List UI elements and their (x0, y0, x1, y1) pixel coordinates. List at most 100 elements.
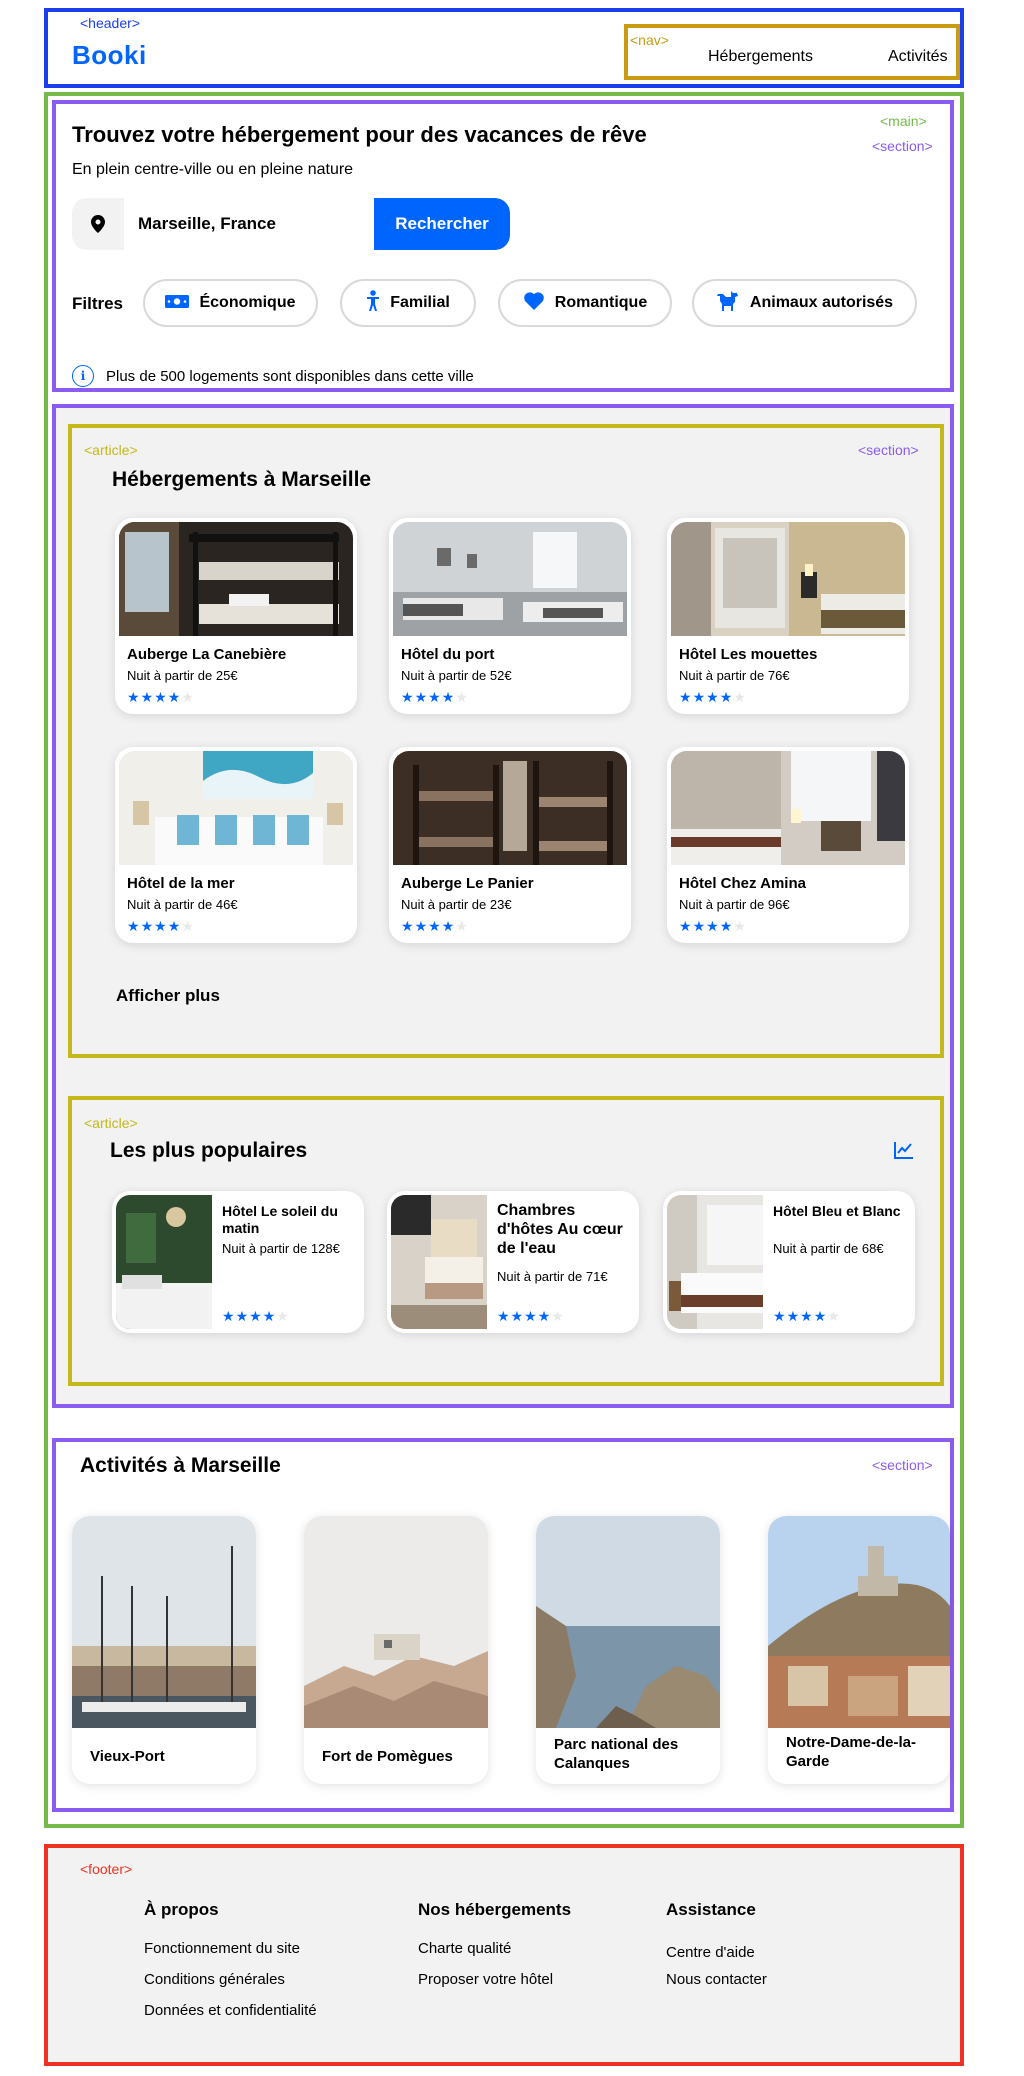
accommodation-card[interactable]: Hôtel Chez Amina Nuit à partir de 96€ ★ ★… (667, 747, 909, 943)
activity-card[interactable]: Notre-Dame-de-la-Garde (768, 1516, 950, 1784)
rating-stars: ★ ★ ★ ★ ★ (127, 690, 194, 704)
star-empty-icon: ★ (551, 1308, 564, 1324)
popular-card[interactable]: Hôtel Bleu et Blanc Nuit à partir de 68€… (663, 1191, 915, 1333)
star-filled-icon: ★ (706, 689, 719, 705)
star-filled-icon: ★ (497, 1308, 510, 1324)
nav-link-activites[interactable]: Activités (888, 48, 948, 66)
accommodation-card[interactable]: Hôtel de la mer Nuit à partir de 46€ ★ ★ ★… (115, 747, 357, 943)
accommodation-name: Hôtel du port (401, 646, 495, 663)
accommodation-photo (119, 522, 353, 636)
booki-logo[interactable]: Booki (72, 40, 147, 71)
accommodations-title: Hébergements à Marseille (112, 468, 372, 491)
search-bar: Rechercher (72, 198, 510, 250)
filter-animaux[interactable]: Animaux autorisés (692, 279, 917, 327)
article-tag: <article> (84, 442, 138, 458)
footer-link[interactable]: Conditions générales (144, 1971, 285, 1988)
location-pin-icon (72, 198, 124, 250)
popular-name: Hôtel Le soleil du matin (222, 1203, 338, 1236)
accommodation-price: Nuit à partir de 46€ (127, 897, 238, 912)
activity-photo (304, 1516, 488, 1728)
star-filled-icon: ★ (249, 1308, 262, 1324)
star-filled-icon: ★ (428, 918, 441, 934)
star-filled-icon: ★ (510, 1308, 524, 1324)
rating-stars: ★ ★ ★ ★ ★ (401, 919, 468, 933)
child-icon (366, 289, 380, 317)
star-filled-icon: ★ (222, 1308, 235, 1324)
filter-romantique[interactable]: Romantique (498, 279, 672, 327)
popular-photo (116, 1195, 212, 1329)
header-tag: <header> (80, 15, 140, 31)
activity-card[interactable]: Vieux-Port (72, 1516, 256, 1784)
star-filled-icon: ★ (786, 1308, 800, 1324)
footer-link[interactable]: Fonctionnement du site (144, 1940, 300, 1957)
activity-photo (72, 1516, 256, 1728)
rating-stars: ★ ★ ★ ★ ★ (401, 690, 468, 704)
rating-stars: ★ ★ ★ ★ ★ (679, 690, 746, 704)
star-filled-icon: ★ (800, 1308, 813, 1324)
section-tag: <section> (872, 1457, 933, 1473)
star-filled-icon: ★ (679, 918, 692, 934)
star-filled-icon: ★ (401, 689, 414, 705)
article-tag: <article> (84, 1115, 138, 1131)
search-button[interactable]: Rechercher (374, 198, 510, 250)
star-filled-icon: ★ (537, 1308, 551, 1324)
activity-card[interactable]: Fort de Pomègues (304, 1516, 488, 1784)
footer-link[interactable]: Charte qualité (418, 1940, 511, 1957)
star-filled-icon: ★ (140, 918, 154, 934)
footer-link[interactable]: Données et confidentialité (144, 2002, 317, 2019)
rating-stars: ★ ★ ★ ★ ★ (497, 1309, 564, 1323)
footer-col-title-assistance: Assistance (666, 1900, 756, 1919)
accommodation-card[interactable]: Hôtel Les mouettes Nuit à partir de 76€ … (667, 518, 909, 714)
accommodation-name: Auberge La Canebière (127, 646, 287, 663)
star-filled-icon: ★ (441, 689, 455, 705)
footer-col-title-hebergements: Nos hébergements (418, 1900, 572, 1919)
star-empty-icon: ★ (827, 1308, 840, 1324)
search-input[interactable] (124, 198, 374, 250)
footer-link[interactable]: Nous contacter (666, 1971, 767, 1988)
accommodation-card[interactable]: Auberge Le Panier Nuit à partir de 23€ ★… (389, 747, 631, 943)
footer-link[interactable]: Proposer votre hôtel (418, 1971, 553, 1988)
popular-price: Nuit à partir de 71€ (497, 1269, 608, 1284)
star-filled-icon: ★ (692, 918, 706, 934)
search-subtitle: En plein centre-ville ou en pleine natur… (72, 161, 354, 178)
filter-familial[interactable]: Familial (340, 279, 476, 327)
accommodation-card[interactable]: Auberge La Canebière Nuit à partir de 25… (115, 518, 357, 714)
star-filled-icon: ★ (428, 689, 441, 705)
star-filled-icon: ★ (414, 918, 428, 934)
star-filled-icon: ★ (692, 689, 706, 705)
activity-photo (536, 1516, 720, 1728)
star-filled-icon: ★ (154, 689, 167, 705)
star-filled-icon: ★ (719, 918, 733, 934)
star-filled-icon: ★ (679, 689, 692, 705)
popular-card[interactable]: Chambres d'hôtes Au cœur de l'eau Nuit à… (387, 1191, 639, 1333)
section-tag: <section> (858, 442, 919, 458)
popular-name: Chambres d'hôtes Au cœur de l'eau (497, 1202, 623, 1258)
star-filled-icon: ★ (524, 1308, 537, 1324)
activity-card[interactable]: Parc national des Calanques (536, 1516, 720, 1784)
accommodation-name: Hôtel Les mouettes (679, 646, 818, 663)
activity-name: Vieux-Port (90, 1748, 165, 1765)
star-empty-icon: ★ (276, 1308, 289, 1324)
activity-name: Notre-Dame-de-la-Garde (786, 1734, 917, 1770)
star-filled-icon: ★ (262, 1308, 276, 1324)
star-empty-icon: ★ (181, 918, 194, 934)
filter-economique[interactable]: Économique (143, 279, 318, 327)
accommodation-card[interactable]: Hôtel du port Nuit à partir de 52€ ★ ★ ★ ★ ★ (389, 518, 631, 714)
show-more-button[interactable]: Afficher plus (116, 986, 220, 1006)
star-filled-icon: ★ (127, 689, 140, 705)
accommodation-price: Nuit à partir de 23€ (401, 897, 512, 912)
star-filled-icon: ★ (706, 918, 719, 934)
footer-link[interactable]: Centre d'aide (666, 1944, 755, 1961)
star-filled-icon: ★ (140, 689, 154, 705)
star-empty-icon: ★ (455, 918, 468, 934)
nav-link-hebergements[interactable]: Hébergements (708, 48, 813, 66)
star-filled-icon: ★ (414, 689, 428, 705)
popular-name: Hôtel Bleu et Blanc (773, 1203, 901, 1219)
accommodation-price: Nuit à partir de 96€ (679, 897, 790, 912)
star-empty-icon: ★ (455, 689, 468, 705)
accommodation-price: Nuit à partir de 25€ (127, 668, 238, 683)
popular-photo (667, 1195, 763, 1329)
accommodation-photo (671, 522, 905, 636)
popular-card[interactable]: Hôtel Le soleil du matin Nuit à partir d… (112, 1191, 364, 1333)
accommodation-photo (119, 751, 353, 865)
